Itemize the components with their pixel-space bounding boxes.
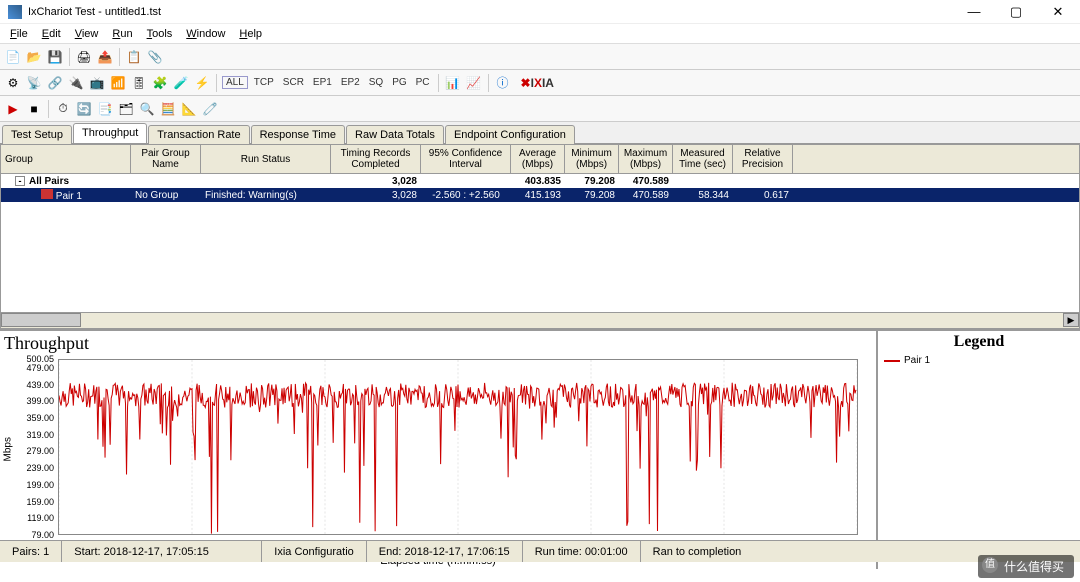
tool-icon[interactable]: ⚡ [193,74,211,92]
tab-throughput[interactable]: Throughput [73,123,147,143]
hdr-time[interactable]: MeasuredTime (sec) [673,145,733,173]
result-tabs: Test Setup Throughput Transaction Rate R… [0,122,1080,144]
tool-icon[interactable]: 📡 [25,74,43,92]
print-icon[interactable]: 🖨 [75,48,93,66]
title-bar: IxChariot Test - untitled1.tst — ▢ ✕ [0,0,1080,24]
tool-icon[interactable]: 📑 [96,100,114,118]
menu-window[interactable]: Window [180,26,231,42]
table-row[interactable]: Pair 1 No Group Finished: Warning(s) 3,0… [1,188,1079,202]
chart-icon[interactable]: 📈 [465,74,483,92]
hdr-timing[interactable]: Timing RecordsCompleted [331,145,421,173]
hdr-min[interactable]: Minimum(Mbps) [565,145,619,173]
status-start: Start: 2018-12-17, 17:05:15 [62,541,262,562]
menu-help[interactable]: Help [233,26,268,42]
legend-label: Pair 1 [904,355,930,366]
run-icon[interactable]: ▶ [4,100,22,118]
tab-response-time[interactable]: Response Time [251,125,345,144]
hdr-conf-int[interactable]: 95% ConfidenceInterval [421,145,511,173]
filter-ep1[interactable]: EP1 [310,77,335,88]
app-icon [8,5,22,19]
tool-icon[interactable]: ⚙ [4,74,22,92]
tool-icon[interactable]: 📐 [180,100,198,118]
tool-icon[interactable]: 🎚 [130,74,148,92]
status-runtime: Run time: 00:01:00 [523,541,641,562]
chart-plot[interactable] [58,359,858,535]
export-icon[interactable]: 📤 [96,48,114,66]
grid-header: Group Pair GroupName Run Status Timing R… [1,145,1079,174]
menu-run[interactable]: Run [106,26,138,42]
summary-row[interactable]: -All Pairs 3,028 403.835 79.208 470.589 [1,174,1079,188]
copy-icon[interactable]: 📋 [125,48,143,66]
toolbar-1: 📄 📂 💾 🖨 📤 📋 📎 [0,44,1080,70]
hdr-run-status[interactable]: Run Status [201,145,331,173]
new-icon[interactable]: 📄 [4,48,22,66]
filter-tcp[interactable]: TCP [251,77,277,88]
filter-scr[interactable]: SCR [280,77,307,88]
status-end: End: 2018-12-17, 17:06:15 [367,541,523,562]
filter-ep2[interactable]: EP2 [338,77,363,88]
y-axis-label: Mbps [3,450,14,462]
legend-title: Legend [884,333,1074,351]
tool-icon[interactable]: 🧷 [201,100,219,118]
maximize-button[interactable]: ▢ [1002,2,1030,22]
paste-icon[interactable]: 📎 [146,48,164,66]
chart-icon[interactable]: 📊 [444,74,462,92]
legend-pane: Legend Pair 1 [878,331,1080,569]
tab-raw-data-totals[interactable]: Raw Data Totals [346,125,444,144]
watermark: 什么值得买 [978,555,1074,578]
window-title: IxChariot Test - untitled1.tst [28,6,960,18]
tool-icon[interactable]: 🔗 [46,74,64,92]
toolbar-3: ▶ ■ ⏱ 🔄 📑 🗂 🔍 🧮 📐 🧷 [0,96,1080,122]
menu-bar: File Edit View Run Tools Window Help [0,24,1080,44]
tool-icon[interactable]: 🔄 [75,100,93,118]
tool-icon[interactable]: ⏱ [54,100,72,118]
hdr-group[interactable]: Group [1,145,131,173]
chart-title: Throughput [4,333,872,354]
pair-icon [41,189,53,199]
hdr-max[interactable]: Maximum(Mbps) [619,145,673,173]
hdr-avg[interactable]: Average(Mbps) [511,145,565,173]
tab-endpoint-config[interactable]: Endpoint Configuration [445,125,575,144]
status-config: Ixia Configuratio [262,541,367,562]
tool-icon[interactable]: 🔍 [138,100,156,118]
open-icon[interactable]: 📂 [25,48,43,66]
chart-pane: Throughput Mbps 500.05479.00439.00399.00… [0,331,878,569]
tool-icon[interactable]: 🗂 [117,100,135,118]
menu-file[interactable]: File [4,26,34,42]
tool-icon[interactable]: 📺 [88,74,106,92]
status-bar: Pairs: 1 Start: 2018-12-17, 17:05:15 Ixi… [0,540,1080,562]
status-result: Ran to completion [641,541,754,562]
hdr-prec[interactable]: RelativePrecision [733,145,793,173]
tool-icon[interactable]: 🔌 [67,74,85,92]
results-grid: Group Pair GroupName Run Status Timing R… [0,144,1080,329]
status-pairs: Pairs: 1 [0,541,62,562]
info-icon[interactable]: ⓘ [494,74,512,92]
grid-hscroll[interactable]: ▶ [1,312,1079,328]
close-button[interactable]: ✕ [1044,2,1072,22]
menu-view[interactable]: View [69,26,105,42]
tab-transaction-rate[interactable]: Transaction Rate [148,125,249,144]
save-icon[interactable]: 💾 [46,48,64,66]
tab-test-setup[interactable]: Test Setup [2,125,72,144]
menu-tools[interactable]: Tools [141,26,179,42]
filter-sq[interactable]: SQ [366,77,386,88]
legend-swatch [884,360,900,362]
tool-icon[interactable]: 🧩 [151,74,169,92]
hdr-pair-group[interactable]: Pair GroupName [131,145,201,173]
ixia-logo: ✖IXIA [521,76,554,90]
filter-pg[interactable]: PG [389,77,409,88]
filter-pc[interactable]: PC [413,77,433,88]
tool-icon[interactable]: 📶 [109,74,127,92]
legend-entry: Pair 1 [884,355,1074,366]
minimize-button[interactable]: — [960,2,988,22]
filter-all[interactable]: ALL [222,76,248,89]
tool-icon[interactable]: 🧮 [159,100,177,118]
tool-icon[interactable]: 🧪 [172,74,190,92]
stop-icon[interactable]: ■ [25,100,43,118]
toolbar-2: ⚙ 📡 🔗 🔌 📺 📶 🎚 🧩 🧪 ⚡ ALL TCP SCR EP1 EP2 … [0,70,1080,96]
menu-edit[interactable]: Edit [36,26,67,42]
